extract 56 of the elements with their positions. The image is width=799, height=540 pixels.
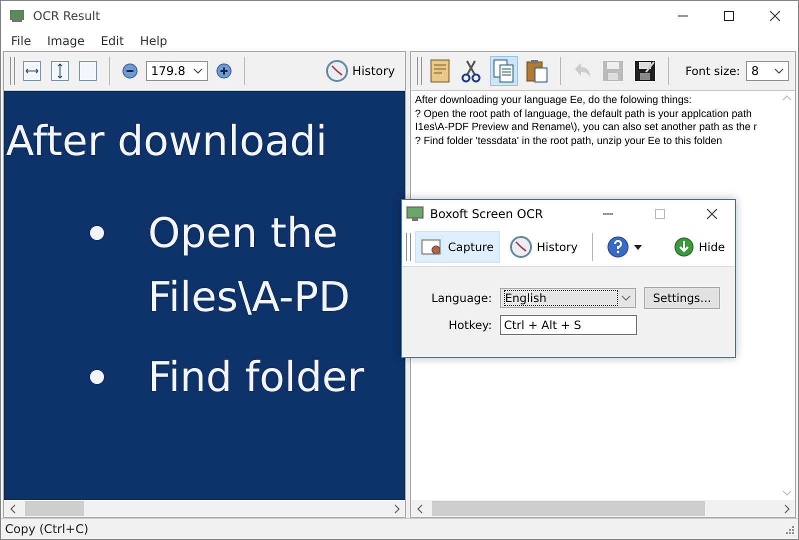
ocr-text-line: ? Open the root path of language, the default path is your applcation path	[415, 108, 752, 120]
zoom-dropdown[interactable]: 179.8	[146, 61, 208, 81]
resize-grip-icon[interactable]	[784, 524, 794, 534]
status-text: Copy (Ctrl+C)	[5, 522, 88, 536]
language-dropdown[interactable]: English	[500, 288, 636, 308]
copy-icon[interactable]	[490, 56, 518, 86]
zoom-in-icon[interactable]	[214, 61, 234, 81]
maximize-icon	[655, 209, 665, 219]
document-text: Files\A-PD	[148, 272, 350, 323]
maximize-icon	[724, 11, 734, 21]
close-icon	[707, 209, 717, 219]
caret-icon	[193, 68, 203, 74]
scrollbar-thumb[interactable]	[432, 501, 705, 516]
zoom-out-icon[interactable]	[120, 61, 140, 81]
bullet-icon	[90, 226, 104, 240]
capture-button[interactable]: Capture	[415, 231, 500, 263]
document-text: Find folder	[148, 352, 364, 403]
ocr-text-line: After downloading your language Ee, do the folowing things:	[415, 95, 692, 106]
document-icon[interactable]	[428, 57, 452, 85]
caret-icon	[634, 244, 642, 250]
window-title: OCR Result	[33, 9, 100, 23]
caret-icon	[774, 68, 784, 74]
paste-icon[interactable]	[524, 57, 550, 85]
fit-height-icon[interactable]	[49, 59, 71, 83]
document-text: Open the	[148, 208, 338, 259]
clock-icon	[510, 236, 532, 258]
ocr-text-line: ? Find folder 'tessdata' in the root path, unzip your Ee to this folden	[415, 136, 722, 146]
menu-item[interactable]: File	[5, 34, 38, 48]
font-size-label: Font size:	[685, 64, 740, 78]
document-text: After downloadi	[6, 116, 328, 167]
minimize-icon	[603, 213, 613, 215]
hotkey-label: Hotkey:	[448, 318, 492, 332]
monitor-icon	[406, 206, 424, 222]
camera-icon	[421, 238, 443, 256]
hotkey-field[interactable]: Ctrl + Alt + S	[500, 315, 637, 335]
dialog-title: Boxoft Screen OCR	[430, 207, 544, 221]
app-icon	[9, 8, 25, 24]
bullet-icon	[90, 370, 104, 384]
help-icon	[606, 236, 629, 258]
fit-width-icon[interactable]	[21, 59, 43, 83]
font-size-dropdown[interactable]: 8	[746, 61, 789, 81]
clock-icon	[326, 60, 348, 82]
history-button[interactable]: History	[322, 60, 399, 82]
minimize-icon	[678, 15, 688, 17]
menu-item[interactable]: Edit	[94, 34, 130, 48]
page-icon[interactable]	[77, 59, 99, 83]
menu-item[interactable]: Help	[134, 34, 174, 48]
caret-icon	[621, 295, 631, 301]
ocr-text-line: I1es\A-PDF Preview and Rename\), you can also set another path as the r	[415, 122, 757, 133]
hide-button[interactable]: Hide	[668, 231, 731, 263]
language-label: Language:	[430, 291, 492, 305]
menu-item[interactable]: Image	[41, 34, 91, 48]
settings-button[interactable]: Settings...	[644, 287, 720, 309]
scrollbar-thumb[interactable]	[25, 501, 84, 516]
history-button[interactable]: History	[504, 231, 584, 263]
close-icon	[770, 11, 780, 21]
